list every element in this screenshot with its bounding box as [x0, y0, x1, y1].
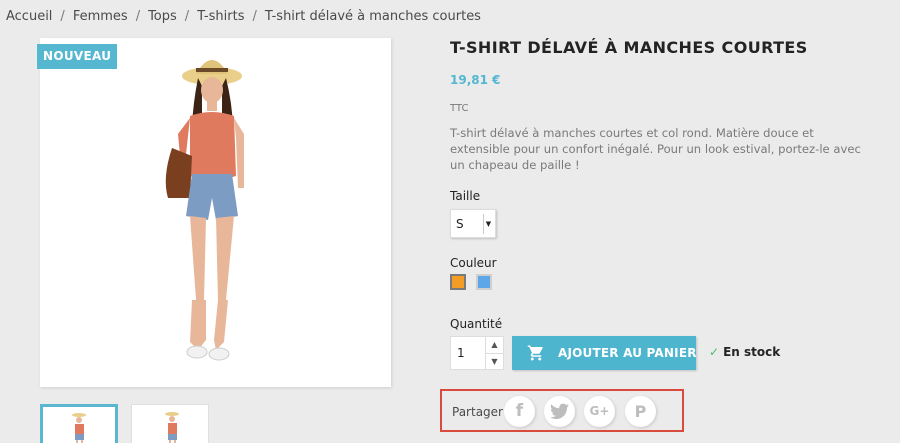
add-to-cart-button[interactable]: AJOUTER AU PANIER — [512, 336, 696, 370]
breadcrumb-femmes[interactable]: Femmes — [73, 9, 128, 24]
breadcrumb-home[interactable]: Accueil — [6, 9, 52, 24]
breadcrumb: Accueil / Femmes / Tops / T-shirts / T-shirt dél… — [6, 9, 481, 24]
facebook-icon[interactable]: f — [504, 396, 535, 427]
thumbnail-illustration — [72, 413, 86, 443]
shopping-cart-icon — [527, 345, 543, 361]
quantity-decrement-icon[interactable]: ▼ — [486, 353, 503, 369]
share-label: Partager — [452, 405, 503, 419]
color-label: Couleur — [450, 256, 497, 270]
add-to-cart-label: AJOUTER AU PANIER — [558, 346, 697, 360]
new-badge: NOUVEAU — [37, 44, 118, 69]
stock-status: ✓ En stock — [709, 345, 780, 359]
breadcrumb-current: T-shirt délavé à manches courtes — [264, 9, 481, 24]
product-model-illustration — [165, 60, 244, 361]
twitter-icon[interactable] — [544, 396, 575, 427]
color-swatch-orange[interactable] — [450, 274, 466, 290]
breadcrumb-tops[interactable]: Tops — [148, 9, 177, 24]
quantity-increment-icon[interactable]: ▲ — [486, 337, 503, 353]
breadcrumb-separator: / — [60, 9, 65, 24]
breadcrumb-tshirts[interactable]: T-shirts — [197, 9, 244, 24]
quantity-arrows: ▲ ▼ — [485, 337, 503, 369]
breadcrumb-separator: / — [252, 9, 257, 24]
breadcrumb-separator: / — [184, 9, 190, 24]
twitter-bird-icon — [550, 403, 569, 420]
quantity-label: Quantité — [450, 317, 503, 331]
thumbnail-illustration — [165, 412, 179, 443]
product-thumbnail-2[interactable] — [131, 404, 209, 443]
quantity-input[interactable]: 1 — [457, 346, 465, 360]
breadcrumb-separator: / — [135, 9, 141, 24]
chevron-down-icon: ▼ — [483, 214, 493, 234]
product-title: T-SHIRT DÉLAVÉ À MANCHES COURTES — [450, 38, 808, 57]
size-label: Taille — [450, 189, 481, 203]
size-select[interactable]: S ▼ — [450, 209, 496, 238]
product-main-image[interactable] — [40, 38, 391, 387]
tax-label: TTC — [450, 103, 469, 114]
share-section: Partager f G+ P — [440, 389, 684, 432]
pinterest-icon[interactable]: P — [625, 396, 656, 427]
stock-label: En stock — [723, 345, 781, 359]
google-plus-icon[interactable]: G+ — [584, 396, 615, 427]
color-swatch-blue[interactable] — [476, 274, 492, 290]
product-description: T-shirt délavé à manches courtes et col … — [450, 126, 861, 172]
product-thumbnail-1[interactable] — [40, 404, 118, 443]
product-price: 19,81 € — [450, 73, 501, 87]
quantity-stepper[interactable]: 1 ▲ ▼ — [450, 336, 504, 370]
check-icon: ✓ — [709, 345, 720, 359]
size-value: S — [456, 217, 464, 231]
